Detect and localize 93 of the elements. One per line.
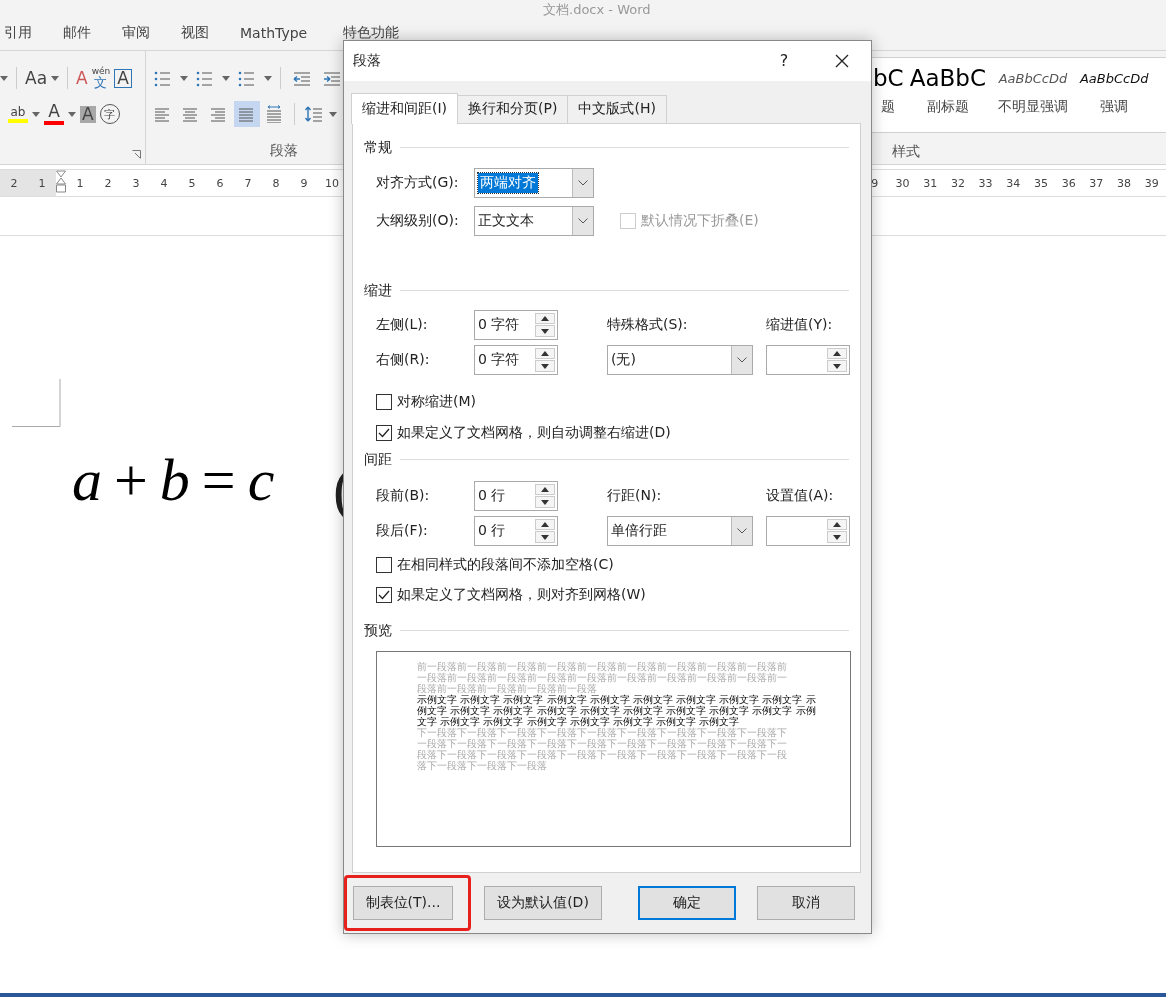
- spin-up-icon[interactable]: [833, 522, 841, 528]
- checkbox-label: 默认情况下折叠(E): [641, 211, 759, 230]
- chevron-down-icon[interactable]: [578, 179, 588, 186]
- checkbox[interactable]: [376, 586, 392, 603]
- section-heading: 缩进: [364, 281, 392, 300]
- dialog-button[interactable]: 制表位(T)...: [353, 886, 453, 921]
- spin-field[interactable]: 0 行: [474, 515, 558, 546]
- ribbon-tab[interactable]: 视图: [181, 24, 236, 42]
- ok-button[interactable]: 确定: [638, 886, 736, 921]
- dialog-title: 段落: [353, 51, 382, 70]
- checkbox-label: 对称缩进(M): [397, 392, 476, 411]
- preview-sample-line: 示例文字 示例文字 示例文字 示例文字 示例文字 示例文字 示例文字 示例文字 示例文字 示: [417, 693, 816, 705]
- font-color-button[interactable]: A: [44, 103, 64, 125]
- checkbox[interactable]: [376, 424, 392, 441]
- dropdown-field[interactable]: 两端对齐: [474, 167, 594, 198]
- dialog-launcher-icon[interactable]: [132, 150, 141, 159]
- dialog-button[interactable]: 设为默认值(D): [484, 886, 602, 921]
- field-label: 段前(B):: [376, 486, 431, 505]
- style-gallery-item[interactable]: bC 题: [872, 58, 904, 132]
- window-title: 文档.docx - Word: [543, 1, 651, 19]
- dropdown-field[interactable]: 正文文本: [474, 205, 594, 236]
- caret-icon[interactable]: [0, 75, 8, 81]
- highlight-button[interactable]: ab: [8, 105, 28, 123]
- section-heading: 间距: [364, 450, 392, 469]
- ribbon-tab[interactable]: 特色功能: [343, 24, 398, 42]
- chevron-down-icon[interactable]: [578, 217, 588, 224]
- field-label: 对齐方式(G):: [376, 173, 460, 192]
- caret-icon[interactable]: [180, 75, 188, 81]
- phonetic-guide-button[interactable]: wén 文: [91, 67, 111, 89]
- margin-corner-mark: [12, 379, 61, 427]
- chevron-down-icon[interactable]: [737, 527, 747, 534]
- spin-up-icon[interactable]: [833, 351, 841, 357]
- ribbon-tab[interactable]: 审阅: [122, 24, 177, 42]
- spin-field[interactable]: 0 行: [474, 480, 558, 511]
- checkbox-label: 如果定义了文档网格，则对齐到网格(W): [397, 585, 646, 604]
- ribbon-tab[interactable]: MathType: [240, 25, 339, 41]
- dropdown-field[interactable]: (无): [607, 344, 753, 375]
- caret-icon[interactable]: [264, 75, 272, 81]
- spin-down-icon[interactable]: [541, 534, 549, 540]
- spin-down-icon[interactable]: [541, 363, 549, 369]
- preview-sample-line: 文字 示例文字 示例文字 示例文字 示例文字 示例文字 示例文字 示例文字: [417, 715, 740, 727]
- spin-down-icon[interactable]: [541, 499, 549, 505]
- spin-field[interactable]: [766, 515, 850, 546]
- spin-up-icon[interactable]: [541, 351, 549, 357]
- spin-up-icon[interactable]: [541, 522, 549, 528]
- checkbox-label: 在相同样式的段落间不添加空格(C): [397, 555, 614, 574]
- close-icon[interactable]: [835, 53, 849, 68]
- style-gallery-item[interactable]: AaBbCcDd 不明显强调: [991, 58, 1074, 132]
- style-gallery-item[interactable]: AaBbC 副标题: [903, 58, 992, 132]
- field-label: 设置值(A):: [766, 486, 835, 505]
- field-label: 特殊格式(S):: [607, 315, 689, 334]
- dialog-button[interactable]: 取消: [757, 886, 855, 921]
- section-heading: 常规: [364, 138, 392, 157]
- spin-up-icon[interactable]: [541, 316, 549, 322]
- field-label: 行距(N):: [607, 486, 663, 505]
- ribbon-tab[interactable]: 引用: [4, 24, 59, 42]
- indent-marker-icon[interactable]: [56, 170, 66, 196]
- caret-icon[interactable]: [68, 111, 76, 117]
- field-label: 缩进值(Y):: [766, 315, 834, 334]
- style-gallery-item[interactable]: AaBbCcDd 强调: [1073, 58, 1155, 132]
- field-label: 右侧(R):: [376, 350, 431, 369]
- caret-icon[interactable]: [329, 111, 337, 117]
- clear-format-button[interactable]: A: [76, 69, 88, 87]
- spin-field[interactable]: [766, 344, 850, 375]
- group-label: 样式: [892, 143, 921, 161]
- equation: a+b=c: [72, 446, 275, 515]
- character-shading-button[interactable]: A: [80, 105, 96, 123]
- chevron-down-icon[interactable]: [737, 356, 747, 363]
- help-button[interactable]: ?: [755, 51, 813, 71]
- spin-down-icon[interactable]: [541, 328, 549, 334]
- field-label: 段后(F):: [376, 521, 429, 540]
- spin-down-icon[interactable]: [833, 534, 841, 540]
- dialog-tab[interactable]: 中文版式(H): [567, 94, 667, 123]
- spin-down-icon[interactable]: [833, 363, 841, 369]
- dialog-tab[interactable]: 缩进和间距(I): [351, 92, 459, 124]
- checkbox[interactable]: [376, 556, 392, 573]
- checkbox-label: 如果定义了文档网格，则自动调整右缩进(D): [397, 423, 671, 442]
- group-label: 段落: [270, 142, 299, 160]
- ribbon-tab[interactable]: 邮件: [63, 24, 118, 42]
- spin-field[interactable]: 0 字符: [474, 344, 558, 375]
- preview-sample-line: 例文字 示例文字 示例文字 示例文字 示例文字 示例文字 示例文字 示例文字 示例文字 示例: [417, 704, 816, 716]
- spin-up-icon[interactable]: [541, 487, 549, 493]
- checkbox[interactable]: [376, 393, 392, 410]
- spin-field[interactable]: 0 字符: [474, 309, 558, 340]
- change-case-button[interactable]: Aa: [25, 69, 48, 87]
- caret-icon[interactable]: [32, 111, 40, 117]
- field-label: 大纲级别(O):: [376, 211, 460, 230]
- caret-icon[interactable]: [51, 75, 60, 81]
- section-heading: 预览: [364, 621, 392, 640]
- field-label: 左侧(L):: [376, 315, 429, 334]
- caret-icon[interactable]: [222, 75, 230, 81]
- dropdown-field[interactable]: 单倍行距: [607, 515, 753, 546]
- character-border-button[interactable]: A: [114, 68, 132, 88]
